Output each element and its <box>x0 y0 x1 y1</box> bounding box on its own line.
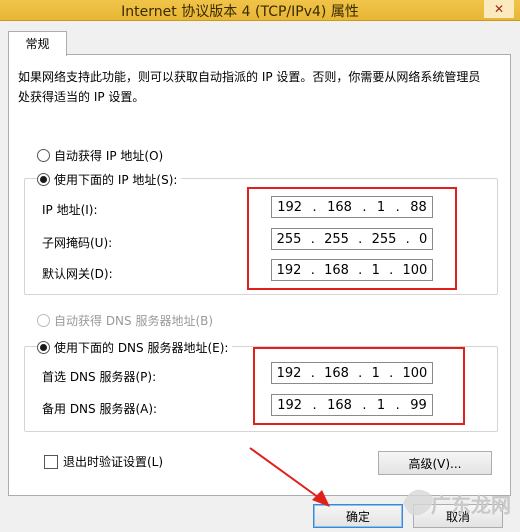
preferred-dns-label: 首选 DNS 服务器(P): <box>42 370 157 384</box>
dns-auto-label: 自动获得 DNS 服务器地址(B) <box>54 314 214 328</box>
window-title: Internet 协议版本 4 (TCP/IPv4) 属性 <box>121 4 359 20</box>
dns-highlight-box <box>253 347 465 425</box>
alternate-dns-label: 备用 DNS 服务器(A): <box>42 402 158 416</box>
ip-manual-radio[interactable] <box>37 173 50 186</box>
dns-auto-radio-row[interactable]: 自动获得 DNS 服务器地址(B) <box>37 312 213 329</box>
dns-manual-radio[interactable] <box>37 341 50 354</box>
ip-address-label: IP 地址(I): <box>42 203 98 217</box>
dns-manual-label: 使用下面的 DNS 服务器地址(E): <box>54 341 229 355</box>
dns-auto-radio[interactable] <box>37 314 50 327</box>
advanced-button[interactable]: 高级(V)... <box>378 451 492 475</box>
ip-auto-label: 自动获得 IP 地址(O) <box>54 149 164 163</box>
ip-auto-radio-row[interactable]: 自动获得 IP 地址(O) <box>37 147 163 164</box>
dns-manual-radio-row[interactable]: 使用下面的 DNS 服务器地址(E): <box>37 339 233 356</box>
title-bar: Internet 协议版本 4 (TCP/IPv4) 属性 ✕ <box>0 0 520 21</box>
ip-manual-label: 使用下面的 IP 地址(S): <box>54 173 178 187</box>
ip-manual-radio-row[interactable]: 使用下面的 IP 地址(S): <box>37 171 182 188</box>
validate-label: 退出时验证设置(L) <box>63 455 164 469</box>
tab-general[interactable]: 常规 <box>8 31 67 56</box>
description-text: 如果网络支持此功能，则可以获取自动指派的 IP 设置。否则，你需要从网络系统管理… <box>18 70 481 104</box>
validate-checkbox-row[interactable]: 退出时验证设置(L) <box>44 453 163 470</box>
close-icon[interactable]: ✕ <box>484 0 514 18</box>
ip-highlight-box <box>247 187 457 290</box>
watermark-logo: 广东龙网 <box>403 489 511 517</box>
validate-checkbox[interactable] <box>44 454 58 469</box>
subnet-mask-label: 子网掩码(U): <box>42 236 113 250</box>
watermark-text: 广东龙网 <box>431 493 511 517</box>
ok-button[interactable]: 确定 <box>313 504 403 528</box>
default-gateway-label: 默认网关(D): <box>42 267 113 281</box>
ip-auto-radio[interactable] <box>37 149 50 162</box>
